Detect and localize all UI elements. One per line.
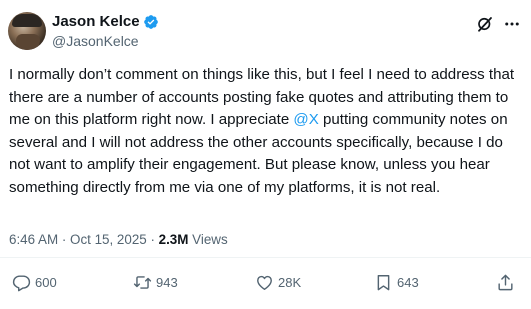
share-icon xyxy=(498,274,513,291)
divider xyxy=(0,257,531,258)
reply-count: 600 xyxy=(35,275,57,290)
bookmark-icon xyxy=(377,275,390,291)
author-name-row: Jason Kelce xyxy=(52,13,159,31)
repost-icon xyxy=(133,276,152,289)
like-icon xyxy=(257,275,272,290)
reply-button[interactable]: 600 xyxy=(12,273,57,292)
verified-badge-icon[interactable] xyxy=(143,14,159,30)
avatar[interactable] xyxy=(8,12,46,50)
mention-link[interactable]: @X xyxy=(293,111,318,128)
avatar-beard xyxy=(16,34,40,50)
tweet-card: Jason Kelce @JasonKelce I normally don’t… xyxy=(0,0,531,309)
tweet-date[interactable]: Oct 15, 2025 xyxy=(70,232,147,247)
views-count[interactable]: 2.3M xyxy=(159,232,189,247)
meta-separator-2: · xyxy=(146,232,159,247)
grok-icon[interactable] xyxy=(476,15,494,33)
tweet-meta: 6:46 AM · Oct 15, 2025 · 2.3M Views xyxy=(9,231,228,248)
bookmark-count: 643 xyxy=(397,275,419,290)
repost-button[interactable]: 943 xyxy=(133,273,178,292)
more-icon[interactable] xyxy=(503,15,521,33)
like-count: 28K xyxy=(278,275,302,290)
tweet-text: I normally don’t comment on things like … xyxy=(9,64,524,200)
author-name[interactable]: Jason Kelce xyxy=(52,13,140,31)
action-bar: 600 943 28K 643 xyxy=(0,273,531,297)
author-handle[interactable]: @JasonKelce xyxy=(52,33,139,50)
repost-count: 943 xyxy=(156,275,178,290)
tweet-time[interactable]: 6:46 AM xyxy=(9,232,58,247)
bookmark-button[interactable]: 643 xyxy=(374,273,419,292)
avatar-hat xyxy=(12,14,42,27)
meta-separator: · xyxy=(58,232,71,247)
views-label[interactable]: Views xyxy=(192,232,227,247)
like-button[interactable]: 28K xyxy=(255,273,301,292)
share-button[interactable] xyxy=(496,273,515,292)
reply-icon xyxy=(12,275,31,292)
